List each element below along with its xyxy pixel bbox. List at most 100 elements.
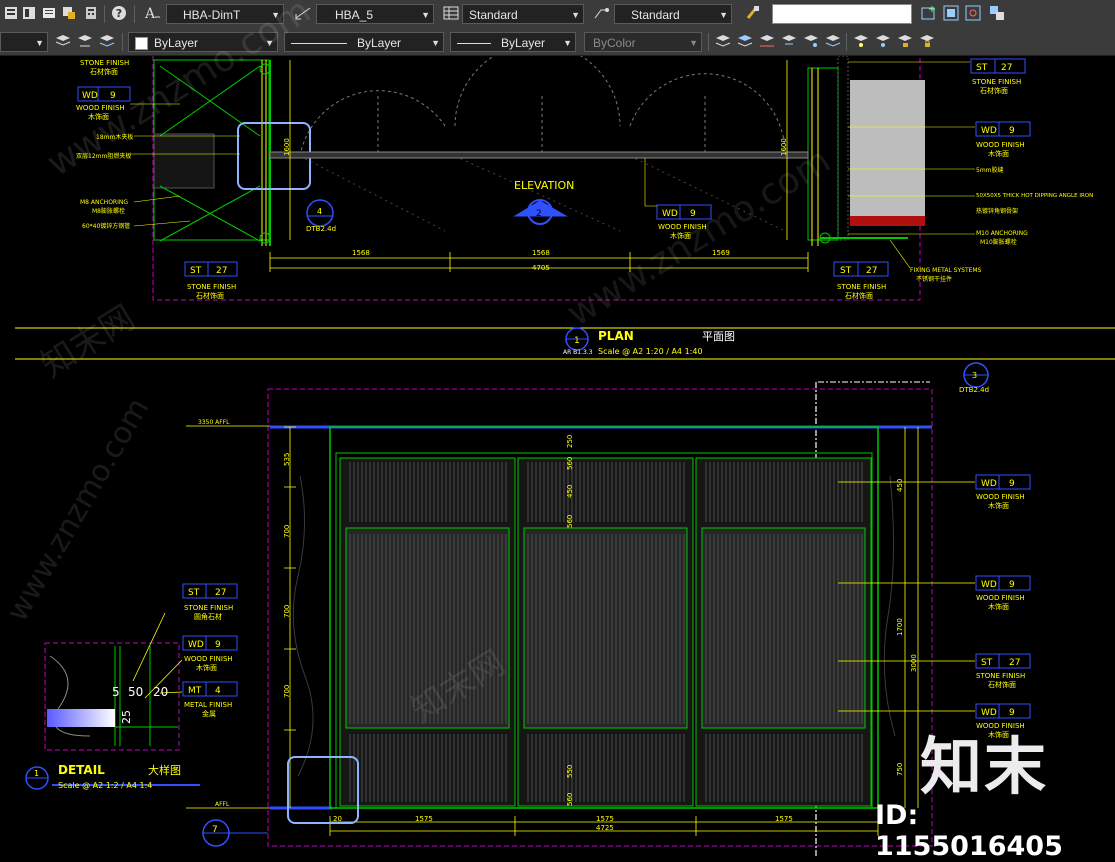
detail-view (25, 612, 268, 847)
dim-text: 535 (283, 453, 291, 466)
dim-text: 700 (283, 605, 291, 618)
layer-isolate-icon[interactable] (714, 32, 732, 50)
linetype-preview (291, 43, 347, 45)
svg-text:ST: ST (188, 588, 200, 598)
svg-text:木饰面: 木饰面 (988, 501, 1009, 510)
dim-text: 1568 (532, 249, 550, 257)
linetype-dropdown[interactable]: ByLayer ▼ (284, 32, 444, 52)
elevation-rod (269, 151, 809, 159)
plan-title-text: PLAN 平面图 Scale @ A2 1:20 / A4 1:40 AR B1… (563, 329, 735, 356)
note: M8 ANCHORING (80, 199, 128, 206)
multileader-style-dropdown[interactable]: HBA_5 ▼ (316, 4, 434, 24)
svg-text:27: 27 (1009, 658, 1020, 668)
note: 60*40镀锌方钢管 (82, 222, 130, 230)
right-stone-panel (850, 80, 925, 216)
plan-marker: 1 (574, 336, 580, 346)
level-text: 3350 AFFL (198, 419, 230, 426)
level-text: AFFL (215, 801, 230, 808)
note: 50X50X5 THICK HOT DIPPING ANGLE IRON (976, 193, 1093, 199)
layer-unisolate-icon[interactable] (736, 32, 754, 50)
help-icon[interactable]: ? (110, 4, 128, 22)
plot-style-value: ByColor (593, 36, 636, 50)
dim-text: 750 (896, 763, 904, 776)
dim-text: 250 (566, 435, 574, 448)
layer-off-icon[interactable] (758, 32, 776, 50)
lineweight-dropdown[interactable]: ByLayer ▼ (450, 32, 576, 52)
layer-properties-icon[interactable] (2, 4, 20, 22)
svg-text:石材饰面: 石材饰面 (980, 86, 1008, 95)
chevron-down-icon: ▼ (689, 38, 698, 48)
svg-text:?: ? (116, 7, 122, 20)
table-style-icon[interactable] (442, 4, 460, 22)
layer-lock-icon[interactable] (918, 32, 936, 50)
search-input[interactable] (772, 4, 912, 24)
svg-text:27: 27 (866, 266, 877, 276)
viewport-clip-icon[interactable] (942, 4, 960, 22)
text-style-icon[interactable]: A (142, 4, 162, 22)
section-marker: 7 (212, 825, 218, 835)
make-current-layer-icon[interactable] (54, 32, 72, 50)
note: M10膨胀螺栓 (980, 238, 1017, 246)
table-style-dropdown[interactable]: Standard ▼ (462, 4, 584, 24)
viewport-scale-icon[interactable] (964, 4, 982, 22)
design-center-icon[interactable] (40, 4, 58, 22)
dim-text: 1600 (780, 138, 788, 156)
tool-palettes-icon[interactable] (60, 4, 78, 22)
layer-states-icon[interactable] (20, 4, 38, 22)
layer-dropdown[interactable]: ▼ (0, 32, 48, 52)
ref-marker-sheet: DTB2.4d (959, 386, 989, 394)
multileader-style-value: HBA_5 (335, 8, 374, 22)
svg-text:9: 9 (1009, 580, 1015, 590)
text-style-value: Standard (631, 8, 680, 22)
viewport-new-icon[interactable] (920, 4, 938, 22)
toolbar-properties: ▼ ByLayer ▼ ByLayer ▼ ByLayer ▼ ByColor ▼ (0, 28, 1115, 56)
svg-text:石材饰面: 石材饰面 (988, 680, 1016, 689)
layer-previous-icon[interactable] (76, 32, 94, 50)
svg-text:27: 27 (1001, 63, 1012, 73)
color-value: ByLayer (154, 36, 199, 50)
layer-unlock-icon[interactable] (896, 32, 914, 50)
svg-text:WD: WD (981, 580, 997, 590)
metal-finish-sample (47, 709, 115, 727)
svg-text:9: 9 (1009, 126, 1015, 136)
layer-on-icon[interactable] (852, 32, 870, 50)
layer-merge-icon[interactable] (824, 32, 842, 50)
plan-sheet-ref: AR B1.3.3 (563, 349, 593, 356)
detail-dim: 20 (153, 685, 168, 699)
layer-freeze-icon[interactable] (780, 32, 798, 50)
svg-text:石材饰面: 石材饰面 (196, 291, 224, 300)
watermark-brand: 知末 (920, 730, 1049, 803)
chevron-down-icon: ▼ (35, 38, 44, 48)
svg-text:27: 27 (215, 588, 226, 598)
svg-text:STONE FINISH: STONE FINISH (184, 604, 233, 612)
svg-text:木饰面: 木饰面 (988, 149, 1009, 158)
multileader-icon[interactable] (592, 4, 610, 22)
viewport-lock-icon[interactable] (988, 4, 1006, 22)
plan-tag-wd-9-a: WD 9 WOOD FINISH 木饰面 (975, 474, 1031, 510)
elevation-marker-number: 2 (536, 209, 542, 219)
layer-thaw-icon[interactable] (874, 32, 892, 50)
text-style-dropdown[interactable]: Standard ▼ (614, 4, 732, 24)
calculator-icon[interactable] (82, 4, 100, 22)
plan-scale: Scale @ A2 1:20 / A4 1:40 (598, 347, 703, 356)
svg-text:9: 9 (1009, 479, 1015, 489)
dim-text: 4705 (532, 264, 550, 272)
svg-text:ST: ST (190, 266, 202, 276)
note: M10 ANCHORING (976, 230, 1028, 237)
chevron-down-icon: ▼ (719, 10, 728, 20)
layer-walk-icon[interactable] (802, 32, 820, 50)
dim-text: 450 (566, 485, 574, 498)
left-concrete-hatch (153, 133, 215, 189)
svg-text:WD: WD (981, 479, 997, 489)
dim-text: 1575 (596, 815, 614, 823)
layer-match-icon[interactable] (98, 32, 116, 50)
match-properties-icon[interactable] (744, 4, 762, 22)
detail-tag-st-27: ST 27 STONE FINISH 圆角石材 (182, 583, 238, 621)
plan-view (186, 362, 989, 856)
note: 不锈钢干挂件 (916, 275, 952, 283)
chevron-down-icon: ▼ (563, 38, 572, 48)
chevron-down-icon: ▼ (421, 10, 430, 20)
lineweight-preview (457, 43, 491, 45)
svg-text:STONE FINISH: STONE FINISH (972, 78, 1021, 86)
detail-dim: 50 (128, 685, 143, 699)
